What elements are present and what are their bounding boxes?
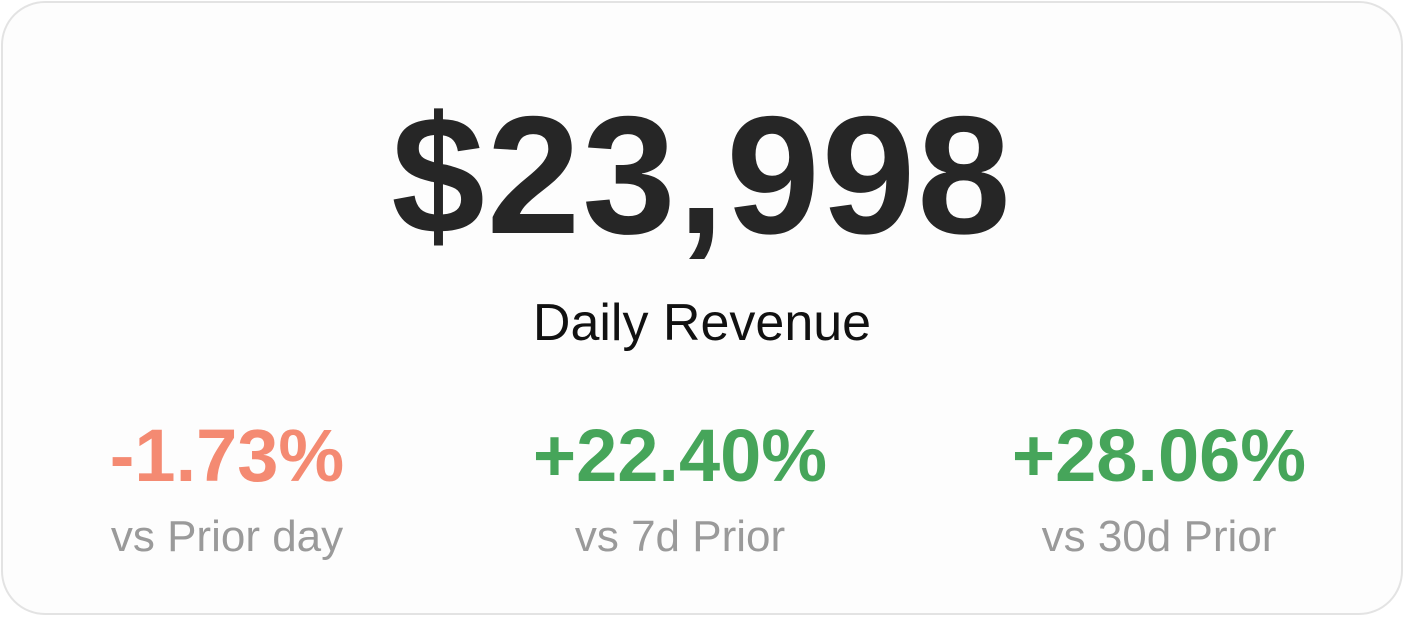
metric-prior-day: -1.73% vs Prior day [17, 413, 437, 565]
revenue-kpi-card: $23,998 Daily Revenue -1.73% vs Prior da… [1, 1, 1403, 615]
metric-change-prior-day: -1.73% [109, 414, 345, 497]
metric-30d-prior: +28.06% vs 30d Prior [949, 413, 1369, 565]
metric-7d-prior: +22.40% vs 7d Prior [470, 413, 890, 565]
metric-label-prior-day: vs Prior day [110, 512, 344, 561]
metric-change-7d-prior: +22.40% [532, 414, 828, 497]
kpi-value: $23,998 [391, 81, 1013, 269]
metric-label-7d-prior: vs 7d Prior [574, 512, 786, 561]
kpi-label: Daily Revenue [532, 294, 872, 352]
metric-label-30d-prior: vs 30d Prior [1041, 512, 1277, 561]
metric-change-30d-prior: +28.06% [1011, 414, 1307, 497]
